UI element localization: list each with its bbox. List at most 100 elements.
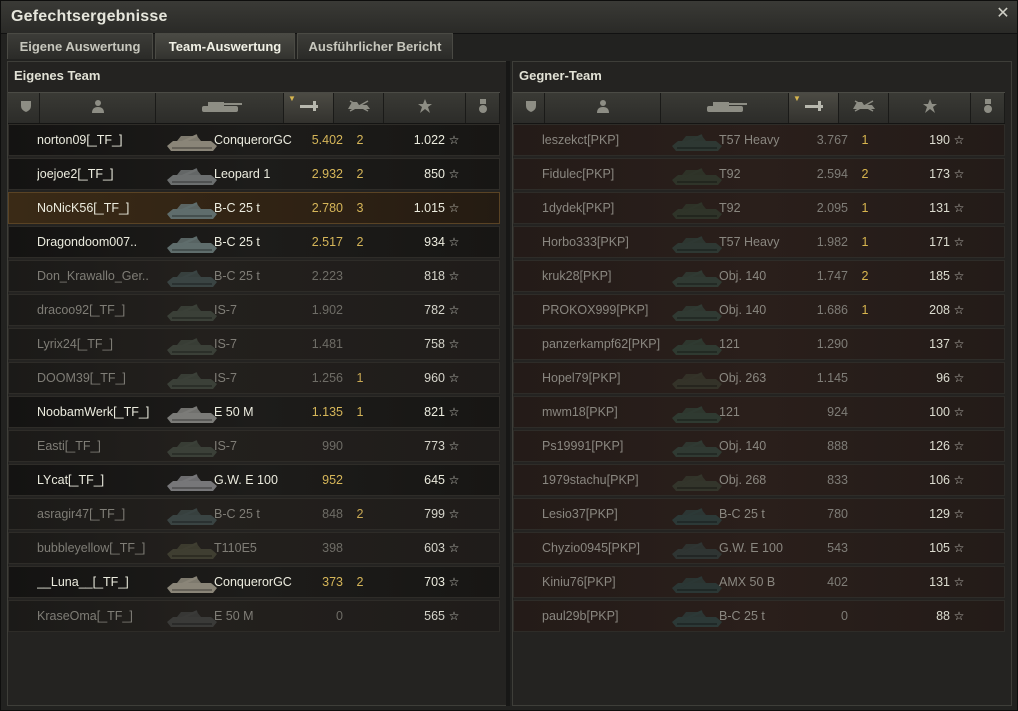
xp-star-icon: ☆ xyxy=(953,575,965,589)
player-row[interactable]: paul29b[PKP] B-C 25 t 0 88 ☆ xyxy=(513,600,1005,632)
player-row[interactable]: Easti[_TF_] IS-7 990 773 ☆ xyxy=(8,430,500,462)
damage-value: 2.517 xyxy=(311,235,343,249)
damage-value: 990 xyxy=(322,439,343,453)
player-row[interactable]: dracoo92[_TF_] IS-7 1.902 782 ☆ xyxy=(8,294,500,326)
player-name: KraseOma[_TF_] xyxy=(37,609,133,623)
damage-value: 2.594 xyxy=(816,167,848,181)
kills-value: 1 xyxy=(356,371,364,385)
xp-col-header[interactable] xyxy=(889,93,971,123)
player-row[interactable]: NoNicK56[_TF_] B-C 25 t 2.780 3 1.015 ☆ xyxy=(8,192,500,224)
tank-col-header[interactable] xyxy=(156,93,284,123)
damage-value: 1.982 xyxy=(816,235,848,249)
kills-value xyxy=(349,261,371,291)
player-row[interactable]: PROKOX999[PKP] Obj. 140 1.686 1 208 ☆ xyxy=(513,294,1005,326)
platoon-col-header[interactable] xyxy=(517,93,545,123)
shield-icon xyxy=(524,99,538,118)
player-row[interactable]: Lesio37[PKP] B-C 25 t 780 129 ☆ xyxy=(513,498,1005,530)
xp-value: 603 xyxy=(424,541,445,555)
kills-icon xyxy=(851,99,877,118)
player-row[interactable]: Chyzio0945[PKP] G.W. E 100 543 105 ☆ xyxy=(513,532,1005,564)
xp-value: 782 xyxy=(424,303,445,317)
kills-value xyxy=(349,295,371,325)
player-row[interactable]: Ps19991[PKP] Obj. 140 888 126 ☆ xyxy=(513,430,1005,462)
platoon-col-header[interactable] xyxy=(12,93,40,123)
player-row[interactable]: NoobamWerk[_TF_] E 50 M 1.135 1 821 ☆ xyxy=(8,396,500,428)
player-col-header[interactable] xyxy=(545,93,661,123)
enemy-team-panel: Gegner-Team ▼ leszekct[PKP] T57 Heavy 3.76… xyxy=(512,61,1012,706)
player-row[interactable]: joejoe2[_TF_] Leopard 1 2.932 2 850 ☆ xyxy=(8,158,500,190)
tab-detailed-report[interactable]: Ausführlicher Bericht xyxy=(297,33,453,59)
player-row[interactable]: DOOM39[_TF_] IS-7 1.256 1 960 ☆ xyxy=(8,362,500,394)
medal-icon xyxy=(477,98,489,119)
damage-value: 848 xyxy=(322,507,343,521)
kills-value xyxy=(854,567,876,597)
player-row[interactable]: kruk28[PKP] Obj. 140 1.747 2 185 ☆ xyxy=(513,260,1005,292)
damage-value: 888 xyxy=(827,439,848,453)
player-row[interactable]: norton09[_TF_] ConquerorGC 5.402 2 1.022 ☆ xyxy=(8,124,500,156)
tab-own-evaluation[interactable]: Eigene Auswertung xyxy=(7,33,153,59)
player-name: Horbo333[PKP] xyxy=(542,235,629,249)
player-name: Don_Krawallo_Ger.. xyxy=(37,269,149,283)
tab-team-evaluation[interactable]: Team-Auswertung xyxy=(155,33,295,59)
player-col-header[interactable] xyxy=(40,93,156,123)
close-icon[interactable]: ✕ xyxy=(995,6,1011,22)
player-name: __Luna__[_TF_] xyxy=(37,575,129,589)
player-row[interactable]: mwm18[PKP] 121 924 100 ☆ xyxy=(513,396,1005,428)
title-bar[interactable]: Gefechtsergebnisse ✕ xyxy=(1,1,1017,34)
kills-value xyxy=(349,431,371,461)
tank-icon xyxy=(697,98,753,119)
player-row[interactable]: bubbleyellow[_TF_] T110E5 398 603 ☆ xyxy=(8,532,500,564)
player-name: NoNicK56[_TF_] xyxy=(37,201,130,215)
player-row[interactable]: Don_Krawallo_Ger.. B-C 25 t 2.223 818 ☆ xyxy=(8,260,500,292)
player-row[interactable]: Hopel79[PKP] Obj. 263 1.145 96 ☆ xyxy=(513,362,1005,394)
xp-star-icon: ☆ xyxy=(953,439,965,453)
player-name: norton09[_TF_] xyxy=(37,133,123,147)
player-row[interactable]: leszekct[PKP] T57 Heavy 3.767 1 190 ☆ xyxy=(513,124,1005,156)
damage-value: 2.223 xyxy=(311,269,343,283)
xp-value: 131 xyxy=(929,575,950,589)
player-name: Hopel79[PKP] xyxy=(542,371,621,385)
player-row[interactable]: 1dydek[PKP] T92 2.095 1 131 ☆ xyxy=(513,192,1005,224)
player-row[interactable]: Horbo333[PKP] T57 Heavy 1.982 1 171 ☆ xyxy=(513,226,1005,258)
kills-col-header[interactable] xyxy=(334,93,384,123)
player-name: NoobamWerk[_TF_] xyxy=(37,405,150,419)
xp-star-icon: ☆ xyxy=(953,133,965,147)
xp-star-icon: ☆ xyxy=(448,439,460,453)
medal-col-header[interactable] xyxy=(466,93,500,123)
damage-value: 398 xyxy=(322,541,343,555)
damage-value: 2.095 xyxy=(816,201,848,215)
damage-value: 373 xyxy=(322,575,343,589)
player-row[interactable]: LYcat[_TF_] G.W. E 100 952 645 ☆ xyxy=(8,464,500,496)
xp-value: 960 xyxy=(424,371,445,385)
player-row[interactable]: panzerkampf62[PKP] 121 1.290 137 ☆ xyxy=(513,328,1005,360)
tank-col-header[interactable] xyxy=(661,93,789,123)
medal-col-header[interactable] xyxy=(971,93,1005,123)
kills-value: 2 xyxy=(356,507,364,521)
damage-col-header[interactable]: ▼ xyxy=(284,93,334,123)
player-name: Ps19991[PKP] xyxy=(542,439,624,453)
player-name: panzerkampf62[PKP] xyxy=(542,337,661,351)
player-row[interactable]: Fidulec[PKP] T92 2.594 2 173 ☆ xyxy=(513,158,1005,190)
player-row[interactable]: __Luna__[_TF_] ConquerorGC 373 2 703 ☆ xyxy=(8,566,500,598)
player-row[interactable]: Dragondoom007.. B-C 25 t 2.517 2 934 ☆ xyxy=(8,226,500,258)
kills-col-header[interactable] xyxy=(839,93,889,123)
player-row[interactable]: Lyrix24[_TF_] IS-7 1.481 758 ☆ xyxy=(8,328,500,360)
damage-col-header[interactable]: ▼ xyxy=(789,93,839,123)
player-row[interactable]: asragir47[_TF_] B-C 25 t 848 2 799 ☆ xyxy=(8,498,500,530)
kills-value xyxy=(349,329,371,359)
kills-value: 2 xyxy=(356,235,364,249)
player-name: joejoe2[_TF_] xyxy=(37,167,114,181)
player-row[interactable]: 1979stachu[PKP] Obj. 268 833 106 ☆ xyxy=(513,464,1005,496)
xp-star-icon: ☆ xyxy=(448,541,460,555)
damage-value: 0 xyxy=(336,609,343,623)
window-title: Gefechtsergebnisse xyxy=(11,8,168,25)
kills-value xyxy=(854,397,876,427)
player-row[interactable]: KraseOma[_TF_] E 50 M 0 565 ☆ xyxy=(8,600,500,632)
player-row[interactable]: Kiniu76[PKP] AMX 50 B 402 131 ☆ xyxy=(513,566,1005,598)
xp-star-icon: ☆ xyxy=(448,575,460,589)
xp-col-header[interactable] xyxy=(384,93,466,123)
xp-star-icon: ☆ xyxy=(448,337,460,351)
player-name: Kiniu76[PKP] xyxy=(542,575,616,589)
own-team-title: Eigenes Team xyxy=(14,68,101,83)
xp-star-icon: ☆ xyxy=(953,473,965,487)
